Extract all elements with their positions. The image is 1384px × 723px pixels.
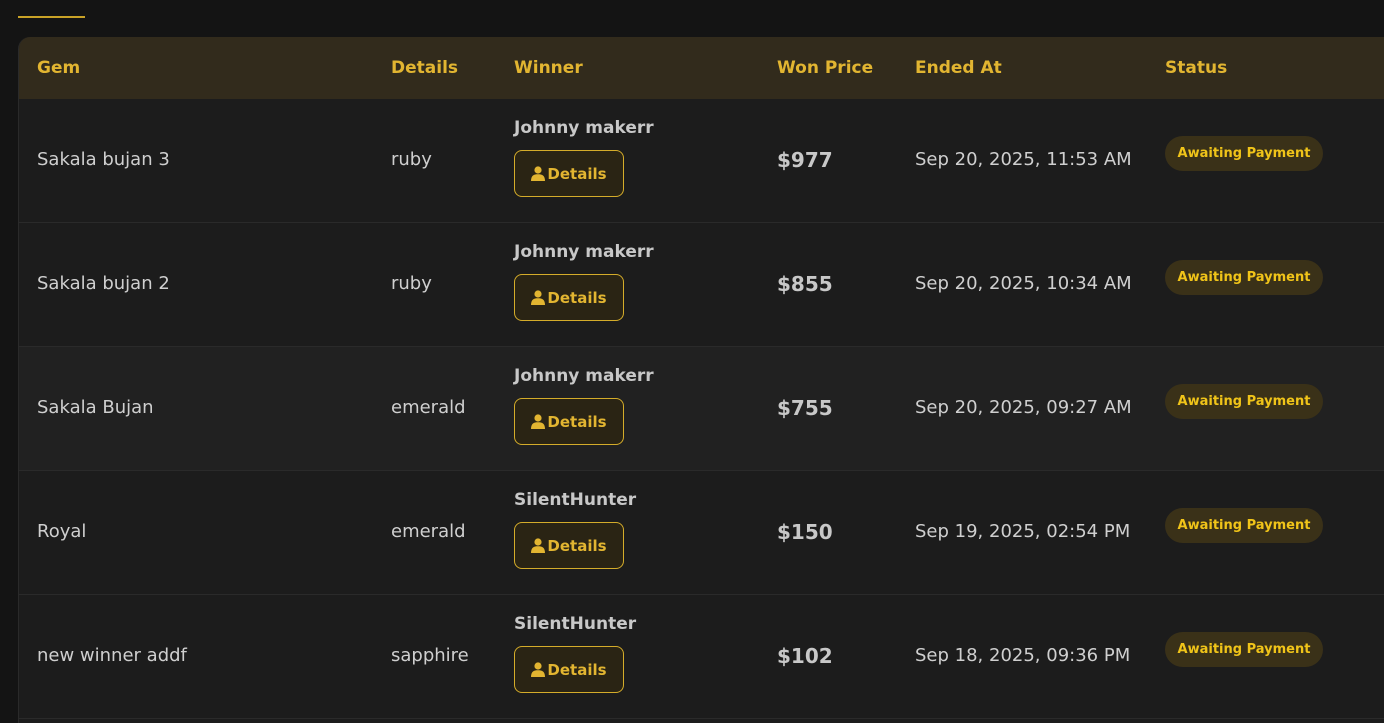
gem-details: ruby [391, 273, 432, 294]
won-price: $855 [777, 272, 833, 296]
winner-name: Johnny makerr [514, 366, 654, 386]
status-badge: Awaiting Payment [1165, 384, 1323, 419]
gem-details: emerald [391, 521, 466, 542]
table-row: Sakala bujan 3 ruby Johnny makerr Detail… [19, 99, 1384, 223]
gem-name: Sakala Bujan [37, 397, 154, 418]
won-price: $102 [777, 644, 833, 668]
details-button-label: Details [547, 660, 607, 679]
ended-at: Sep 18, 2025, 09:36 PM [915, 645, 1131, 666]
winner-name: SilentHunter [514, 490, 637, 510]
ended-at: Sep 20, 2025, 11:53 AM [915, 149, 1132, 170]
gem-details: emerald [391, 397, 466, 418]
details-button-label: Details [547, 412, 607, 431]
winner-details-button[interactable]: Details [514, 150, 624, 197]
ended-at: Sep 20, 2025, 09:27 AM [915, 397, 1132, 418]
column-header-status: Status [1165, 58, 1228, 78]
status-badge: Awaiting Payment [1165, 136, 1323, 171]
column-header-winner: Winner [514, 58, 583, 78]
winner-name: Johnny makerr [514, 118, 654, 138]
column-header-ended-at: Ended At [915, 58, 1002, 78]
winner-name: Johnny makerr [514, 242, 654, 262]
user-icon [531, 414, 546, 429]
winners-table: Gem Details Winner Won Price Ended At St… [18, 37, 1384, 723]
gem-details: ruby [391, 149, 432, 170]
winner-details-button[interactable]: Details [514, 274, 624, 321]
winner-details-button[interactable]: Details [514, 522, 624, 569]
gem-name: Sakala bujan 2 [37, 273, 170, 294]
user-icon [531, 290, 546, 305]
details-button-label: Details [547, 288, 607, 307]
table-row: Sakala bujan 2 ruby Johnny makerr Detail… [19, 223, 1384, 347]
status-badge: Awaiting Payment [1165, 260, 1323, 295]
winner-details-button[interactable]: Details [514, 646, 624, 693]
page: Gem Details Winner Won Price Ended At St… [0, 0, 1384, 723]
status-badge: Awaiting Payment [1165, 508, 1323, 543]
winner-details-button[interactable]: Details [514, 398, 624, 445]
table-row: Sakala Bujan emerald Johnny makerr Detai… [19, 347, 1384, 471]
table-header: Gem Details Winner Won Price Ended At St… [19, 37, 1384, 99]
details-button-label: Details [547, 536, 607, 555]
gem-name: new winner addf [37, 645, 187, 666]
won-price: $755 [777, 396, 833, 420]
user-icon [531, 166, 546, 181]
gem-name: Royal [37, 521, 87, 542]
user-icon [531, 662, 546, 677]
ended-at: Sep 19, 2025, 02:54 PM [915, 521, 1131, 542]
column-header-gem: Gem [37, 58, 81, 78]
won-price: $150 [777, 520, 833, 544]
table-row: new winner addf sapphire SilentHunter De… [19, 595, 1384, 719]
details-button-label: Details [547, 164, 607, 183]
ended-at: Sep 20, 2025, 10:34 AM [915, 273, 1132, 294]
gem-name: Sakala bujan 3 [37, 149, 170, 170]
winner-name: SilentHunter [514, 614, 637, 634]
status-badge: Awaiting Payment [1165, 632, 1323, 667]
gem-details: sapphire [391, 645, 469, 666]
user-icon [531, 538, 546, 553]
won-price: $977 [777, 148, 833, 172]
active-tab-underline [18, 16, 85, 18]
table-row: Royal emerald SilentHunter Details $150 … [19, 471, 1384, 595]
column-header-details: Details [391, 58, 459, 78]
column-header-won-price: Won Price [777, 58, 874, 78]
